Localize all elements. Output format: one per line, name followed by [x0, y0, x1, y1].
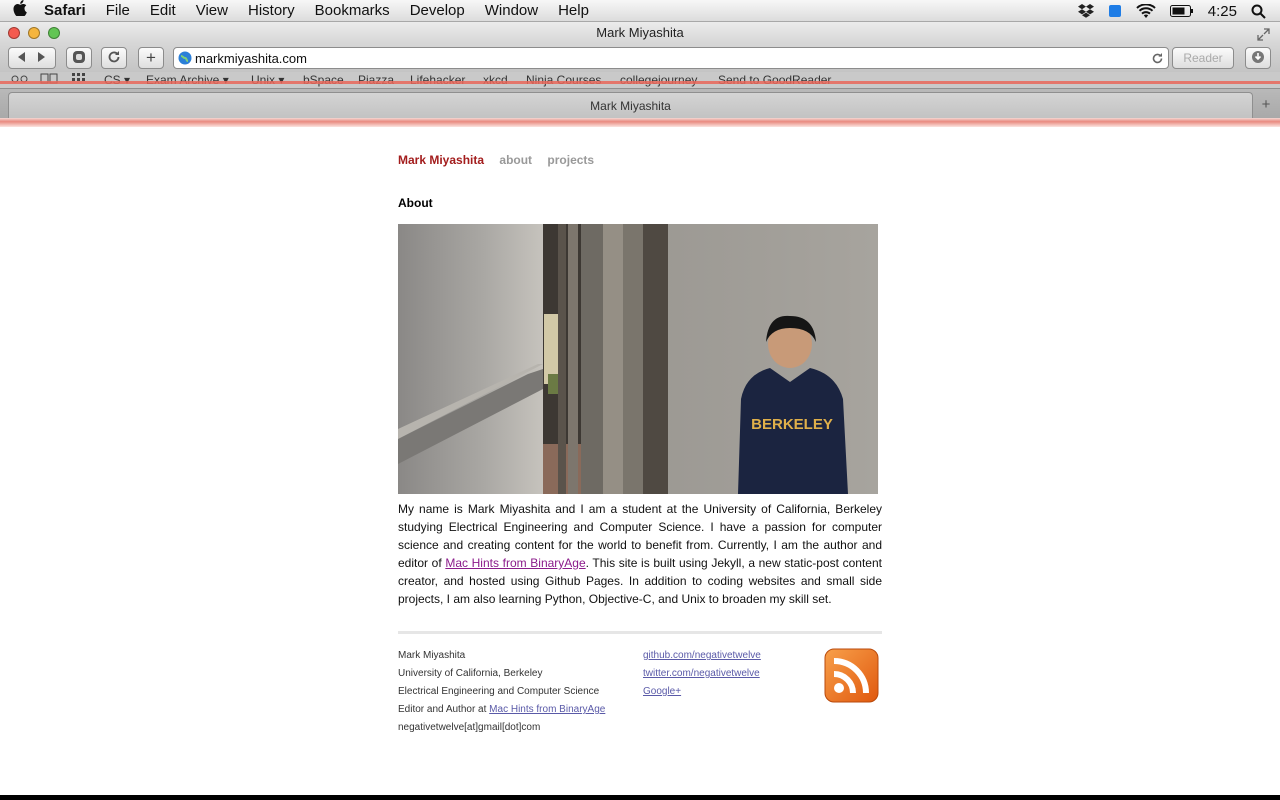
- address-bar[interactable]: markmiyashita.com: [173, 47, 1169, 69]
- add-bookmark-button[interactable]: +: [138, 47, 164, 69]
- web-page: Mark Miyashita about projects About BERK…: [0, 127, 1280, 795]
- footer-editor-line: Editor and Author at Mac Hints from Bina…: [398, 701, 605, 719]
- bookmark-label: CS: [104, 73, 121, 87]
- footer-divider: [398, 631, 882, 634]
- back-arrow-icon[interactable]: [14, 51, 32, 66]
- tab-mark-miyashita[interactable]: Mark Miyashita: [8, 92, 1253, 119]
- toolbar: + markmiyashita.com Reader: [0, 44, 1280, 72]
- menu-edit[interactable]: Edit: [140, 0, 186, 22]
- menu-bookmarks[interactable]: Bookmarks: [305, 0, 400, 22]
- bookmark-unix-folder[interactable]: Unix ▾: [251, 72, 284, 88]
- screen-bottom-edge: [0, 795, 1280, 800]
- bookmark-collegejourney[interactable]: collegejourney: [620, 72, 697, 88]
- bookmark-exam-archive-folder[interactable]: Exam Archive ▾: [146, 72, 229, 88]
- footer-social-links: github.com/negativetwelve twitter.com/ne…: [643, 647, 761, 701]
- github-link[interactable]: github.com/negativetwelve: [643, 650, 761, 661]
- downloads-button[interactable]: [1245, 47, 1271, 69]
- reload-icon: [107, 50, 121, 67]
- bookmark-lifehacker[interactable]: Lifehacker: [410, 72, 465, 88]
- dropbox-icon[interactable]: [1077, 4, 1094, 18]
- plus-icon: +: [146, 48, 156, 67]
- footer-name: Mark Miyashita: [398, 650, 466, 661]
- tab-divider-highlight: [0, 81, 1280, 84]
- menu-help[interactable]: Help: [548, 0, 599, 22]
- globe-icon: [178, 51, 192, 65]
- bookmark-piazza[interactable]: Piazza: [358, 72, 394, 88]
- apple-menu-icon[interactable]: [0, 0, 40, 21]
- bookmark-cs-folder[interactable]: CS ▾: [104, 72, 130, 88]
- bio-paragraph: My name is Mark Miyashita and I am a stu…: [398, 500, 882, 608]
- google-plus-link[interactable]: Google+: [643, 686, 681, 697]
- reload-button[interactable]: [101, 47, 127, 69]
- menu-history[interactable]: History: [238, 0, 305, 22]
- footer-major: Electrical Engineering and Computer Scie…: [398, 686, 600, 697]
- bookmarks-book-icon[interactable]: [40, 72, 58, 88]
- back-forward-buttons[interactable]: [8, 47, 56, 69]
- nav-about-link[interactable]: about: [499, 153, 532, 167]
- menu-develop[interactable]: Develop: [400, 0, 475, 22]
- close-window-button[interactable]: [8, 27, 20, 39]
- menu-window[interactable]: Window: [475, 0, 548, 22]
- bookmark-label: Unix: [251, 73, 276, 87]
- forward-arrow-icon[interactable]: [32, 51, 50, 66]
- reader-button[interactable]: Reader: [1172, 47, 1234, 69]
- menu-app-safari[interactable]: Safari: [40, 0, 96, 22]
- footer-mac-hints-link[interactable]: Mac Hints from BinaryAge: [489, 704, 605, 715]
- url-text[interactable]: markmiyashita.com: [195, 51, 307, 66]
- footer-email: negativetwelve[at]gmail[dot]com: [398, 722, 541, 733]
- bookmark-xkcd[interactable]: xkcd: [483, 72, 508, 88]
- top-sites-grid-icon[interactable]: [72, 72, 88, 88]
- spotlight-search-icon[interactable]: [1251, 4, 1266, 19]
- window-title: Mark Miyashita: [596, 25, 684, 40]
- footer-contact: Mark Miyashita University of California,…: [398, 647, 605, 737]
- refresh-icon[interactable]: [1151, 52, 1164, 68]
- window-title-bar: Mark Miyashita: [0, 22, 1280, 44]
- tab-bar: Mark Miyashita +: [0, 88, 1280, 119]
- menu-file[interactable]: File: [96, 0, 140, 22]
- new-tab-button[interactable]: +: [1256, 95, 1276, 115]
- zoom-window-button[interactable]: [48, 27, 60, 39]
- profile-photo: BERKELEY: [398, 224, 878, 494]
- twitter-link[interactable]: twitter.com/negativetwelve: [643, 668, 760, 679]
- bookmark-send-to-goodreader[interactable]: Send to GoodReader: [718, 72, 831, 88]
- bookmark-ninja-courses[interactable]: Ninja Courses: [526, 72, 601, 88]
- footer-editor-prefix: Editor and Author at: [398, 704, 490, 715]
- site-nav: Mark Miyashita about projects: [398, 153, 606, 167]
- reading-list-icon[interactable]: [10, 72, 30, 88]
- app-status-icon[interactable]: [1108, 4, 1122, 18]
- screen: Safari File Edit View History Bookmarks …: [0, 0, 1280, 800]
- download-icon: [1251, 50, 1265, 67]
- top-sites-icon: [72, 50, 86, 67]
- section-title: About: [398, 196, 433, 210]
- top-sites-button[interactable]: [66, 47, 92, 69]
- mac-hints-link[interactable]: Mac Hints from BinaryAge: [445, 556, 585, 570]
- site-brand-link[interactable]: Mark Miyashita: [398, 153, 484, 167]
- clock[interactable]: 4:25: [1208, 3, 1237, 20]
- menu-bar: Safari File Edit View History Bookmarks …: [0, 0, 1280, 22]
- minimize-window-button[interactable]: [28, 27, 40, 39]
- rss-feed-icon[interactable]: [824, 648, 879, 703]
- nav-projects-link[interactable]: projects: [547, 153, 594, 167]
- content-top-highlight: [0, 118, 1280, 127]
- sweatshirt-text: BERKELEY: [751, 416, 833, 433]
- footer-school: University of California, Berkeley: [398, 668, 543, 679]
- wifi-icon[interactable]: [1136, 3, 1156, 19]
- bookmarks-bar: CS ▾ Exam Archive ▾ Unix ▾ bSpace Piazza…: [0, 72, 1280, 88]
- battery-icon[interactable]: [1169, 5, 1194, 17]
- status-area: 4:25: [1077, 0, 1280, 22]
- bookmark-label: Exam Archive: [146, 73, 220, 87]
- bookmark-bspace[interactable]: bSpace: [303, 72, 344, 88]
- menu-view[interactable]: View: [186, 0, 238, 22]
